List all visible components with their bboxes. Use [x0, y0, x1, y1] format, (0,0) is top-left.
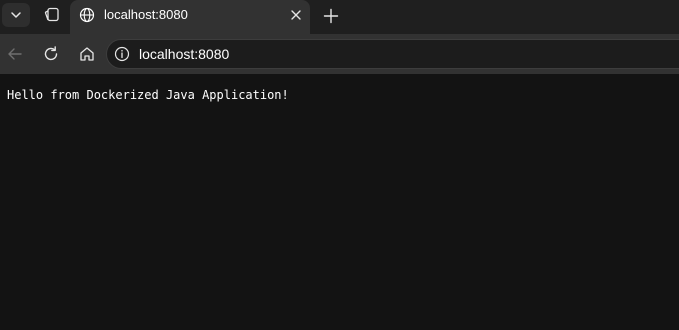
- tab-strip: localhost:8080: [0, 0, 679, 34]
- home-button[interactable]: [73, 41, 101, 67]
- chevron-down-icon: [11, 12, 21, 18]
- navigation-toolbar: localhost:8080: [0, 34, 679, 74]
- page-body-text: Hello from Dockerized Java Application!: [7, 88, 289, 102]
- reload-icon: [44, 46, 58, 61]
- address-bar[interactable]: localhost:8080: [106, 39, 679, 69]
- info-icon: [114, 46, 130, 62]
- new-tab-button[interactable]: [318, 3, 344, 29]
- tab-title: localhost:8080: [104, 7, 188, 22]
- plus-icon: [323, 8, 339, 24]
- page-viewport: Hello from Dockerized Java Application!: [0, 74, 679, 330]
- address-text: localhost:8080: [139, 46, 230, 62]
- home-icon: [80, 47, 94, 61]
- workspaces-button[interactable]: [38, 3, 66, 27]
- workspaces-icon: [44, 7, 59, 22]
- close-icon: [291, 10, 301, 20]
- back-button[interactable]: [1, 41, 29, 67]
- reload-button[interactable]: [37, 41, 65, 67]
- globe-icon: [78, 6, 96, 24]
- browser-window: localhost:8080 localhost:8080 Hello from…: [0, 0, 679, 330]
- arrow-left-icon: [8, 48, 22, 60]
- active-tab[interactable]: localhost:8080: [70, 0, 310, 34]
- close-tab-button[interactable]: [286, 5, 306, 25]
- site-info-button[interactable]: [112, 44, 132, 64]
- tab-actions-button[interactable]: [2, 3, 30, 27]
